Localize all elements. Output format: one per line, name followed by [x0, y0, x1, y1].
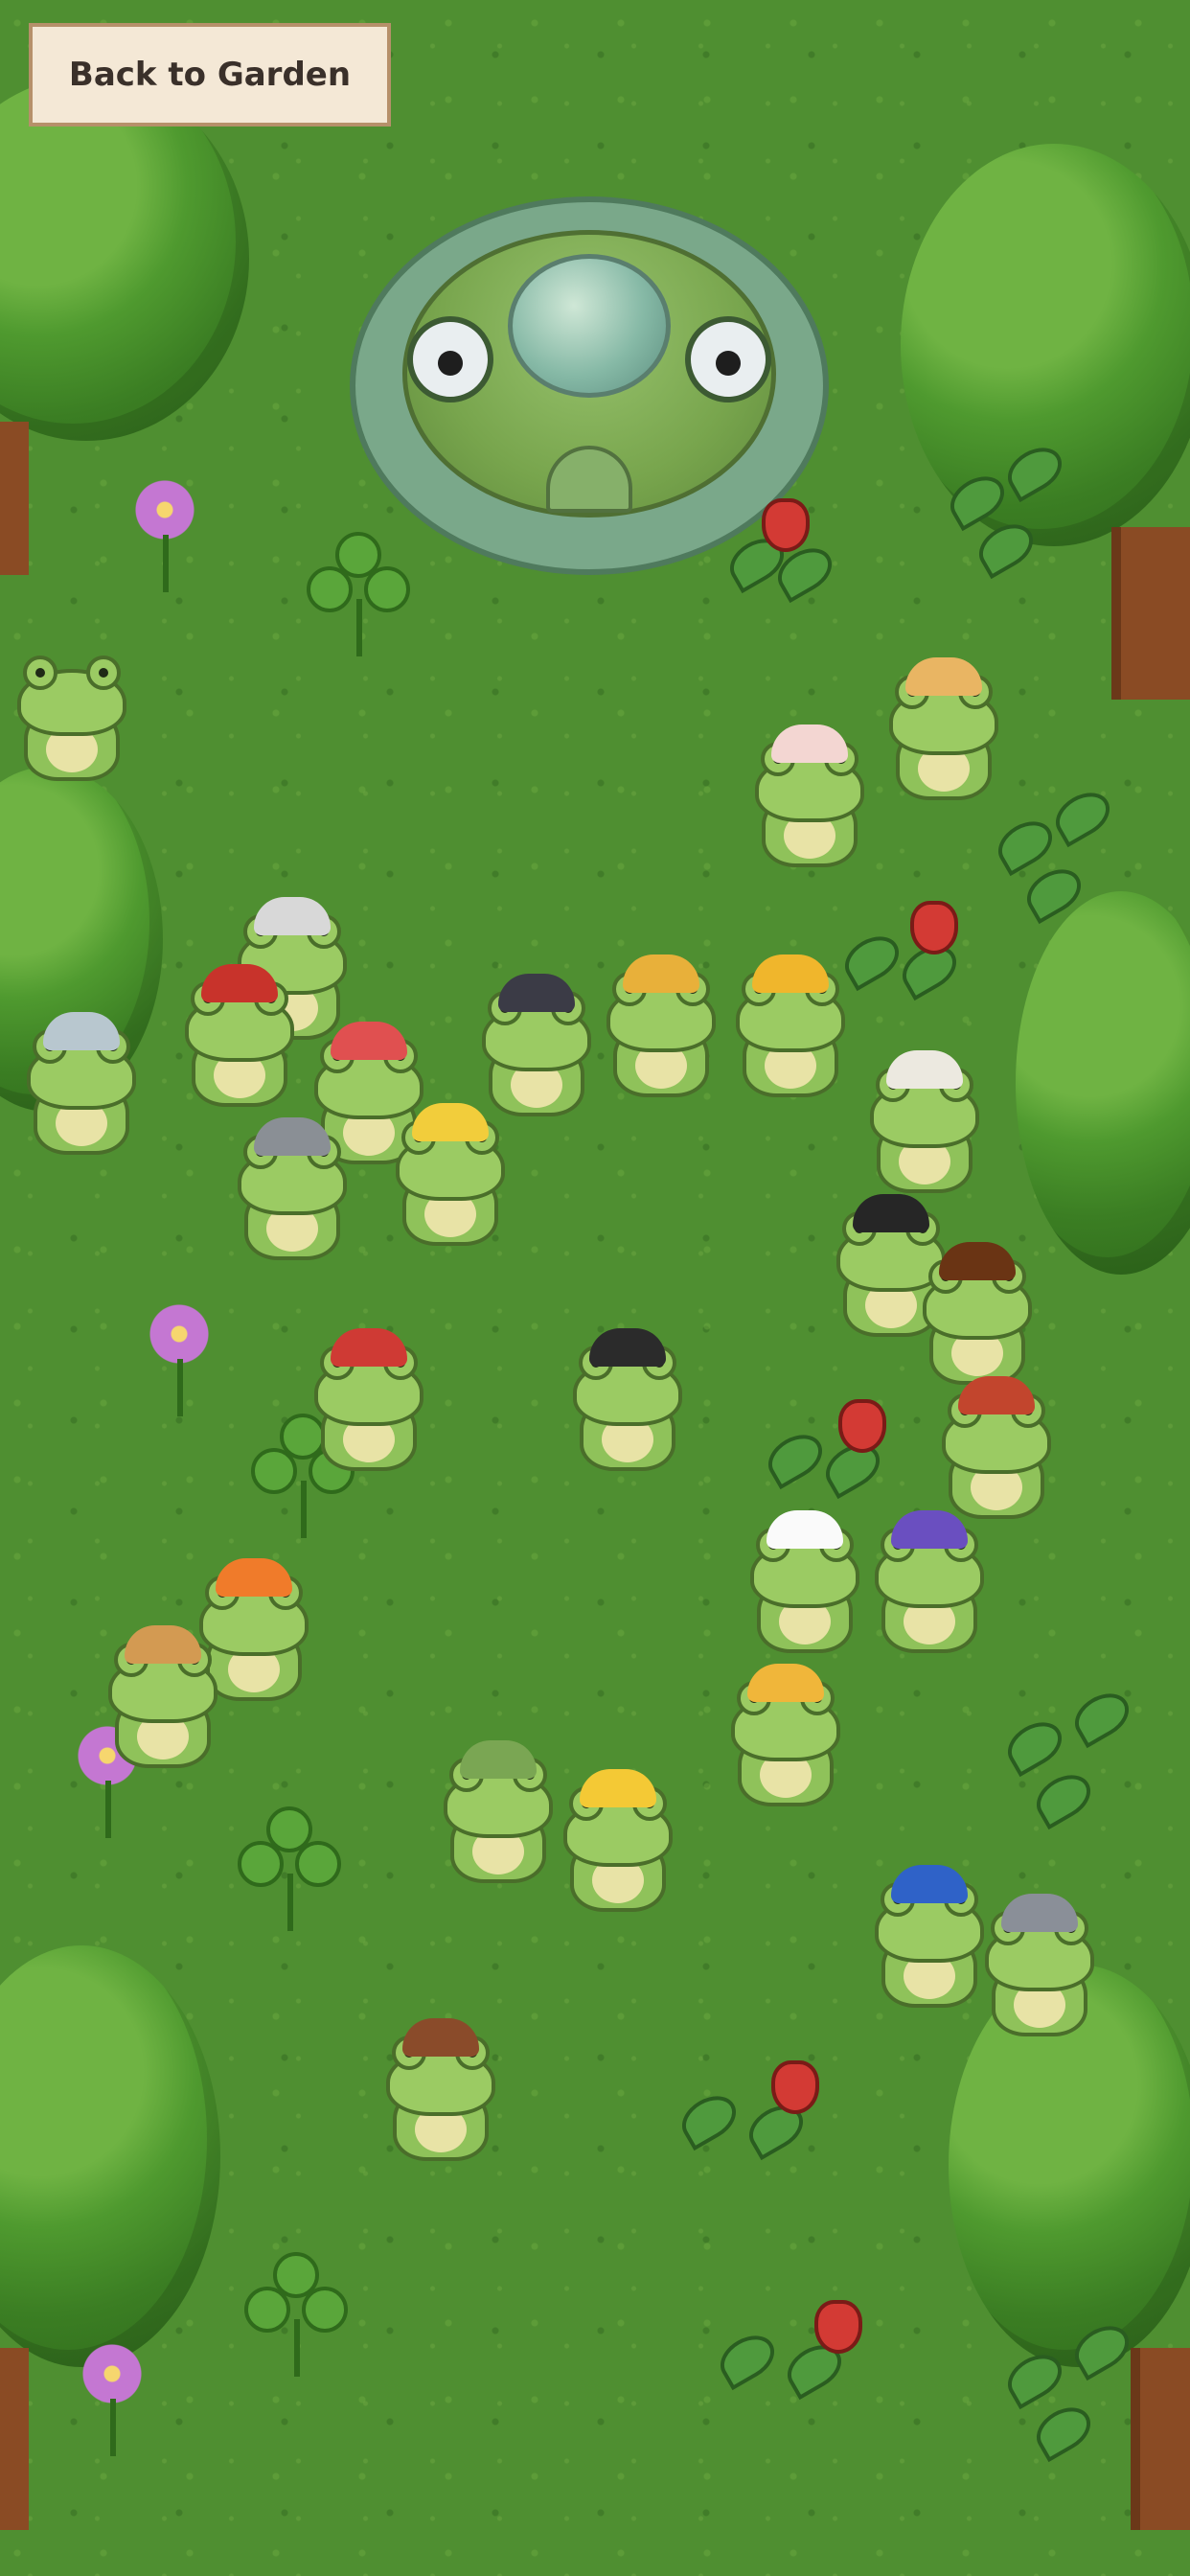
- none-icon: [34, 638, 110, 677]
- frog-crown[interactable]: [728, 954, 853, 1112]
- strawberry-bush: [712, 2271, 872, 2415]
- frog-skull[interactable]: [862, 1050, 987, 1208]
- curly-wig-icon: [623, 954, 699, 993]
- skull-icon: [886, 1050, 963, 1089]
- crown-icon: [752, 954, 829, 993]
- garden-scene: Back to Garden: [0, 0, 1190, 2576]
- frog-straw-hat[interactable]: [101, 1625, 225, 1782]
- strawberry-hood-icon: [331, 1328, 407, 1367]
- frog-banana[interactable]: [388, 1103, 513, 1260]
- tree-mid-right: [1016, 891, 1190, 1294]
- pink-flower: [149, 1303, 210, 1418]
- strawberry-bush: [674, 2032, 834, 2175]
- back-to-garden-button[interactable]: Back to Garden: [29, 23, 391, 126]
- chef-hat-icon: [767, 1510, 843, 1549]
- frog-toast[interactable]: [881, 657, 1006, 815]
- frog-jester-hat[interactable]: [867, 1865, 992, 2022]
- afro-icon: [939, 1242, 1016, 1280]
- frog-bunny-ears[interactable]: [747, 724, 872, 882]
- leafy-plant: [996, 1668, 1140, 1840]
- frog-cat-hood[interactable]: [723, 1664, 848, 1821]
- clover: [238, 1806, 343, 1950]
- bat-mask-icon: [498, 974, 575, 1012]
- leafy-plant: [996, 2300, 1140, 2472]
- microwave-icon: [254, 897, 331, 935]
- strawberry-bush: [836, 882, 968, 1006]
- jester-hat-icon: [891, 1865, 968, 1903]
- straw-hat-icon: [125, 1625, 201, 1664]
- strawberry-bush: [721, 494, 843, 609]
- strawberry-bush: [760, 1380, 891, 1505]
- frog-bat-mask[interactable]: [474, 974, 599, 1131]
- bunny-ears-icon: [771, 724, 848, 763]
- pink-flower: [81, 2343, 143, 2458]
- duck-float-icon: [580, 1769, 656, 1807]
- bow-icon: [589, 1328, 666, 1367]
- frog-curly-wig[interactable]: [599, 954, 723, 1112]
- party-hat-icon: [331, 1022, 407, 1060]
- clover: [307, 532, 412, 676]
- frog-dino-back[interactable]: [436, 1740, 561, 1898]
- leafy-plant: [987, 767, 1121, 930]
- frog-rhino[interactable]: [977, 1894, 1102, 2051]
- frog-strawberry-hood[interactable]: [307, 1328, 431, 1485]
- cowboy-hat-icon: [402, 2018, 479, 2057]
- frog-robot-helmet[interactable]: [230, 1117, 355, 1275]
- frog-samurai-helmet[interactable]: [934, 1376, 1059, 1533]
- clover: [244, 2252, 350, 2396]
- frog-wizard-hat[interactable]: [867, 1510, 992, 1668]
- frog-back-bow[interactable]: [565, 1328, 690, 1485]
- frog-mushroom-cap[interactable]: [177, 964, 302, 1121]
- frog-duck-float[interactable]: [556, 1769, 680, 1926]
- rhino-icon: [1001, 1894, 1078, 1932]
- frog-plain-left[interactable]: [10, 652, 134, 795]
- traffic-cone-icon: [216, 1558, 292, 1597]
- frog-astronaut-left[interactable]: [19, 1012, 144, 1169]
- frog-cowboy-hat[interactable]: [378, 2018, 503, 2175]
- cat-hood-icon: [747, 1664, 824, 1702]
- pink-flower: [134, 479, 195, 594]
- frog-chef-hat[interactable]: [743, 1510, 867, 1668]
- dino-spikes-icon: [460, 1740, 537, 1779]
- leafy-plant: [939, 422, 1073, 585]
